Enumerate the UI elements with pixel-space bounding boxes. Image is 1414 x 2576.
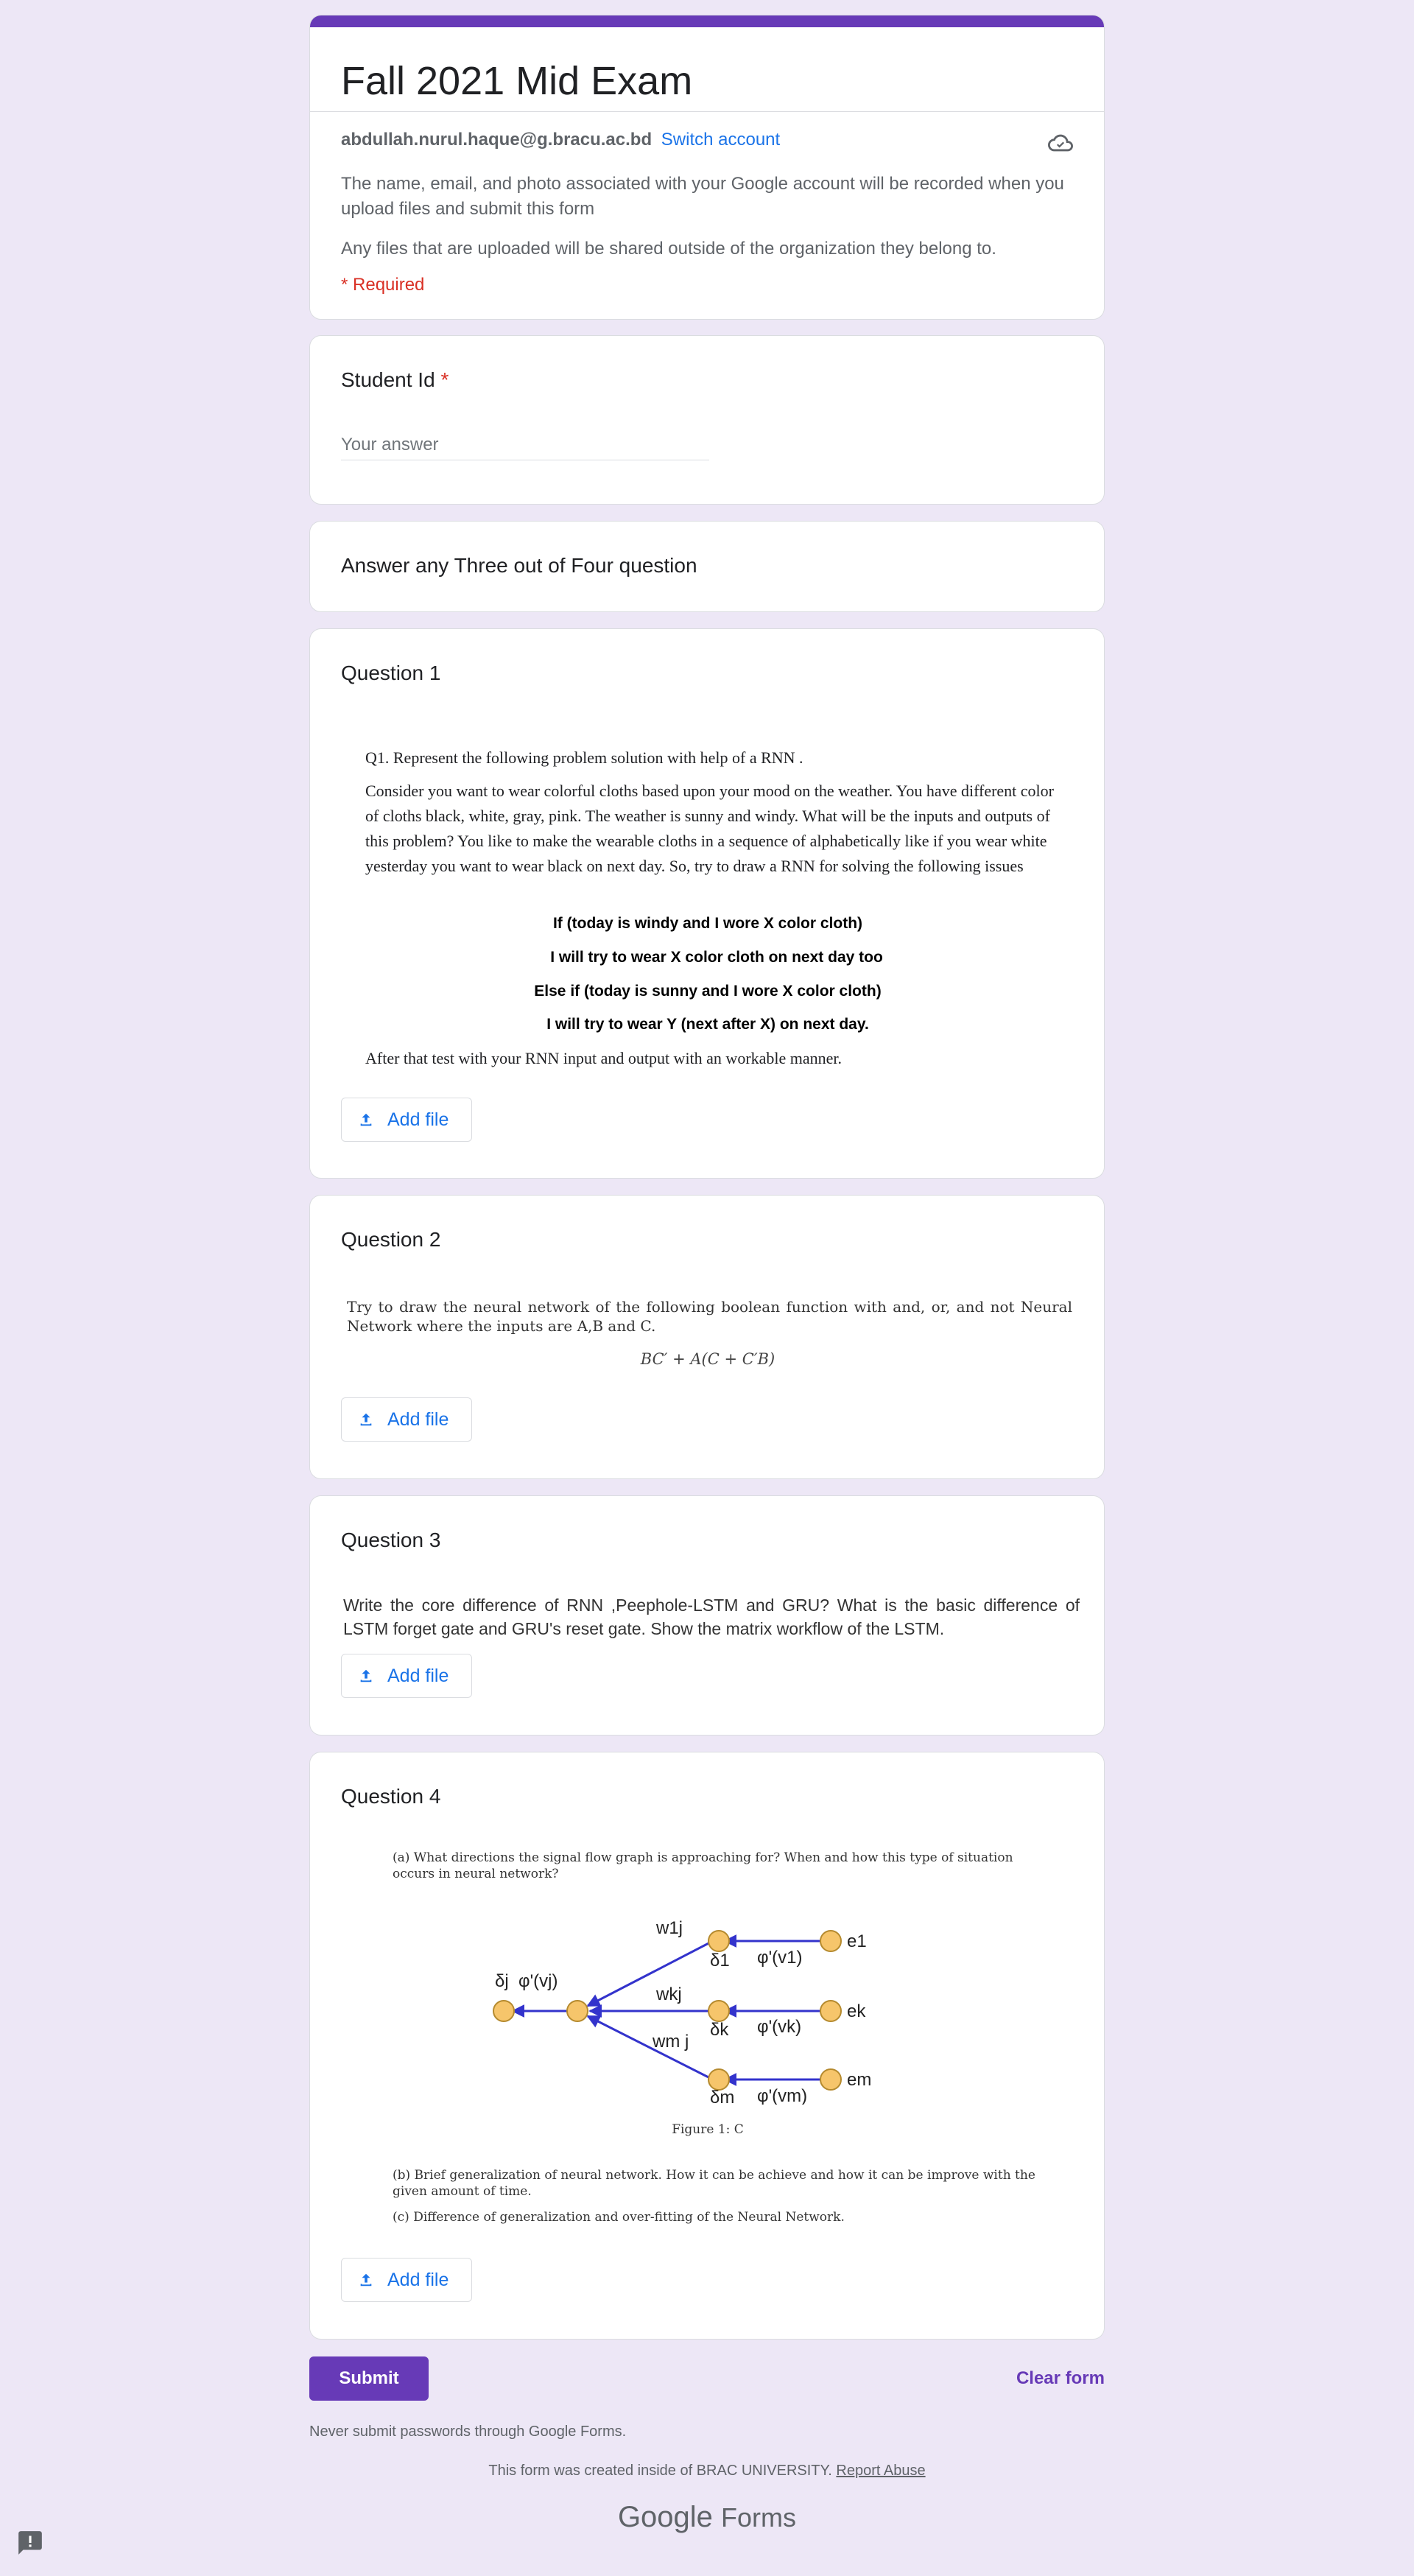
add-file-label: Add file <box>387 2269 449 2290</box>
label-phi-vj: φ'(vj) <box>518 1971 557 1991</box>
label-wkj: wkj <box>655 1984 682 2004</box>
student-id-input[interactable] <box>341 430 709 460</box>
label-phi-vk: φ'(vk) <box>757 2017 801 2037</box>
edge-node1-nodej <box>586 1940 714 2007</box>
question-4-card: Question 4 (a) What directions the signa… <box>309 1752 1105 2340</box>
logo-google: Google <box>617 2501 713 2533</box>
question-2-body: Try to draw the neural network of the fo… <box>347 1298 1072 1335</box>
node-delta-j <box>493 2000 515 2022</box>
label-ek: ek <box>847 2001 866 2021</box>
node-delta-k <box>708 2000 730 2022</box>
upload-icon <box>360 1113 372 1126</box>
label-em: em <box>847 2070 871 2090</box>
label-wmj: wm j <box>652 2032 689 2052</box>
question-4-part-b: (b) Brief generalization of neural netwo… <box>393 2168 1035 2199</box>
edge-nodem-nodej <box>586 2015 714 2081</box>
question-2-formula: BC′ + A(C + C′B) <box>640 1350 775 1368</box>
label-phi-v1: φ'(v1) <box>757 1948 802 1968</box>
report-abuse-link[interactable]: Report Abuse <box>836 2463 925 2479</box>
account-row: abdullah.nurul.haque@g.bracu.ac.bd Switc… <box>341 130 780 150</box>
created-inside-text: This form was created inside of BRAC UNI… <box>488 2463 832 2479</box>
student-id-label: Student Id <box>341 368 435 391</box>
upload-icon <box>360 1413 372 1426</box>
upload-icon <box>360 2273 372 2287</box>
question-1-card: Question 1 Q1. Represent the following p… <box>309 628 1105 1179</box>
question-1-rule-2: I will try to wear X color cloth on next… <box>550 949 883 966</box>
label-phi-vm: φ'(vm) <box>757 2086 807 2105</box>
logo-forms: Forms <box>721 2502 797 2533</box>
label-delta-1: δ1 <box>710 1951 730 1970</box>
instructions-text: Answer any Three out of Four question <box>341 554 697 577</box>
theme-accent-bar <box>310 15 1104 27</box>
google-forms-logo[interactable]: Google Forms <box>0 2501 1414 2534</box>
account-email: abdullah.nurul.haque@g.bracu.ac.bd <box>341 130 653 150</box>
label-delta-k: δk <box>710 2020 729 2040</box>
clear-form-button[interactable]: Clear form <box>994 2356 1105 2401</box>
label-delta-m: δm <box>710 2088 734 2105</box>
label-delta-j: δj <box>495 1971 509 1991</box>
node-delta-m <box>708 2068 730 2091</box>
label-e1: e1 <box>847 1931 867 1951</box>
signal-flow-graph: w1j wkj wm j δj φ'(vj) δ1 δk δm φ'(v1) φ… <box>493 1918 871 2105</box>
question-1-closing: After that test with your RNN input and … <box>365 1049 843 1067</box>
question-1-rule-1: If (today is windy and I wore X color cl… <box>552 915 863 932</box>
node-em <box>820 2068 842 2091</box>
required-star: * <box>440 368 449 391</box>
question-2-title: Question 2 <box>341 1228 441 1251</box>
question-1-body: Consider you want to wear colorful cloth… <box>365 782 1054 875</box>
question-1-rule-3: Else if (today is sunny and I wore X col… <box>534 983 882 1000</box>
question-3-add-file-button[interactable]: Add file <box>341 1654 472 1698</box>
question-4-part-c: (c) Difference of generalization and ove… <box>393 2210 845 2225</box>
add-file-label: Add file <box>387 1109 449 1130</box>
question-1-lead: Q1. Represent the following problem solu… <box>365 748 803 767</box>
question-4-title: Question 4 <box>341 1785 441 1808</box>
privacy-notice: The name, email, and photo associated wi… <box>341 174 1064 219</box>
question-2-card: Question 2 Try to draw the neural networ… <box>309 1195 1105 1479</box>
add-file-label: Add file <box>387 1665 449 1686</box>
question-2-add-file-button[interactable]: Add file <box>341 1397 472 1442</box>
question-4-part-a: (a) What directions the signal flow grap… <box>393 1850 1013 1881</box>
header-divider <box>310 111 1104 112</box>
password-warning: Never submit passwords through Google Fo… <box>309 2424 627 2440</box>
report-feedback-icon[interactable] <box>16 2529 44 2557</box>
sharing-notice: Any files that are uploaded will be shar… <box>341 239 996 259</box>
node-e1 <box>820 1930 842 1952</box>
required-note: * Required <box>341 275 425 295</box>
upload-icon <box>360 1669 372 1682</box>
form-header-card: Fall 2021 Mid Exam abdullah.nurul.haque@… <box>309 15 1105 320</box>
cloud-sync-icon[interactable] <box>1047 130 1074 155</box>
question-1-title: Question 1 <box>341 661 441 684</box>
submit-button[interactable]: Submit <box>309 2356 429 2401</box>
node-delta-1 <box>708 1930 730 1952</box>
created-inside-note: This form was created inside of BRAC UNI… <box>0 2463 1414 2480</box>
question-3-body: Write the core difference of RNN ,Peepho… <box>343 1596 1080 1638</box>
question-4-add-file-button[interactable]: Add file <box>341 2258 472 2302</box>
form-title: Fall 2021 Mid Exam <box>341 59 693 103</box>
node-j <box>566 2000 588 2022</box>
student-id-card: Student Id * <box>309 335 1105 505</box>
figure-caption: Figure 1: C <box>672 2122 744 2137</box>
question-1-rule-4: I will try to wear Y (next after X) on n… <box>546 1016 869 1033</box>
question-3-card: Question 3 Write the core difference of … <box>309 1495 1105 1736</box>
student-id-title: Student Id * <box>341 368 449 392</box>
node-ek <box>820 2000 842 2022</box>
question-3-title: Question 3 <box>341 1529 441 1551</box>
question-1-add-file-button[interactable]: Add file <box>341 1098 472 1142</box>
switch-account-link[interactable]: Switch account <box>661 130 780 150</box>
label-w1j: w1j <box>655 1918 683 1938</box>
instructions-card: Answer any Three out of Four question <box>309 521 1105 612</box>
add-file-label: Add file <box>387 1408 449 1430</box>
